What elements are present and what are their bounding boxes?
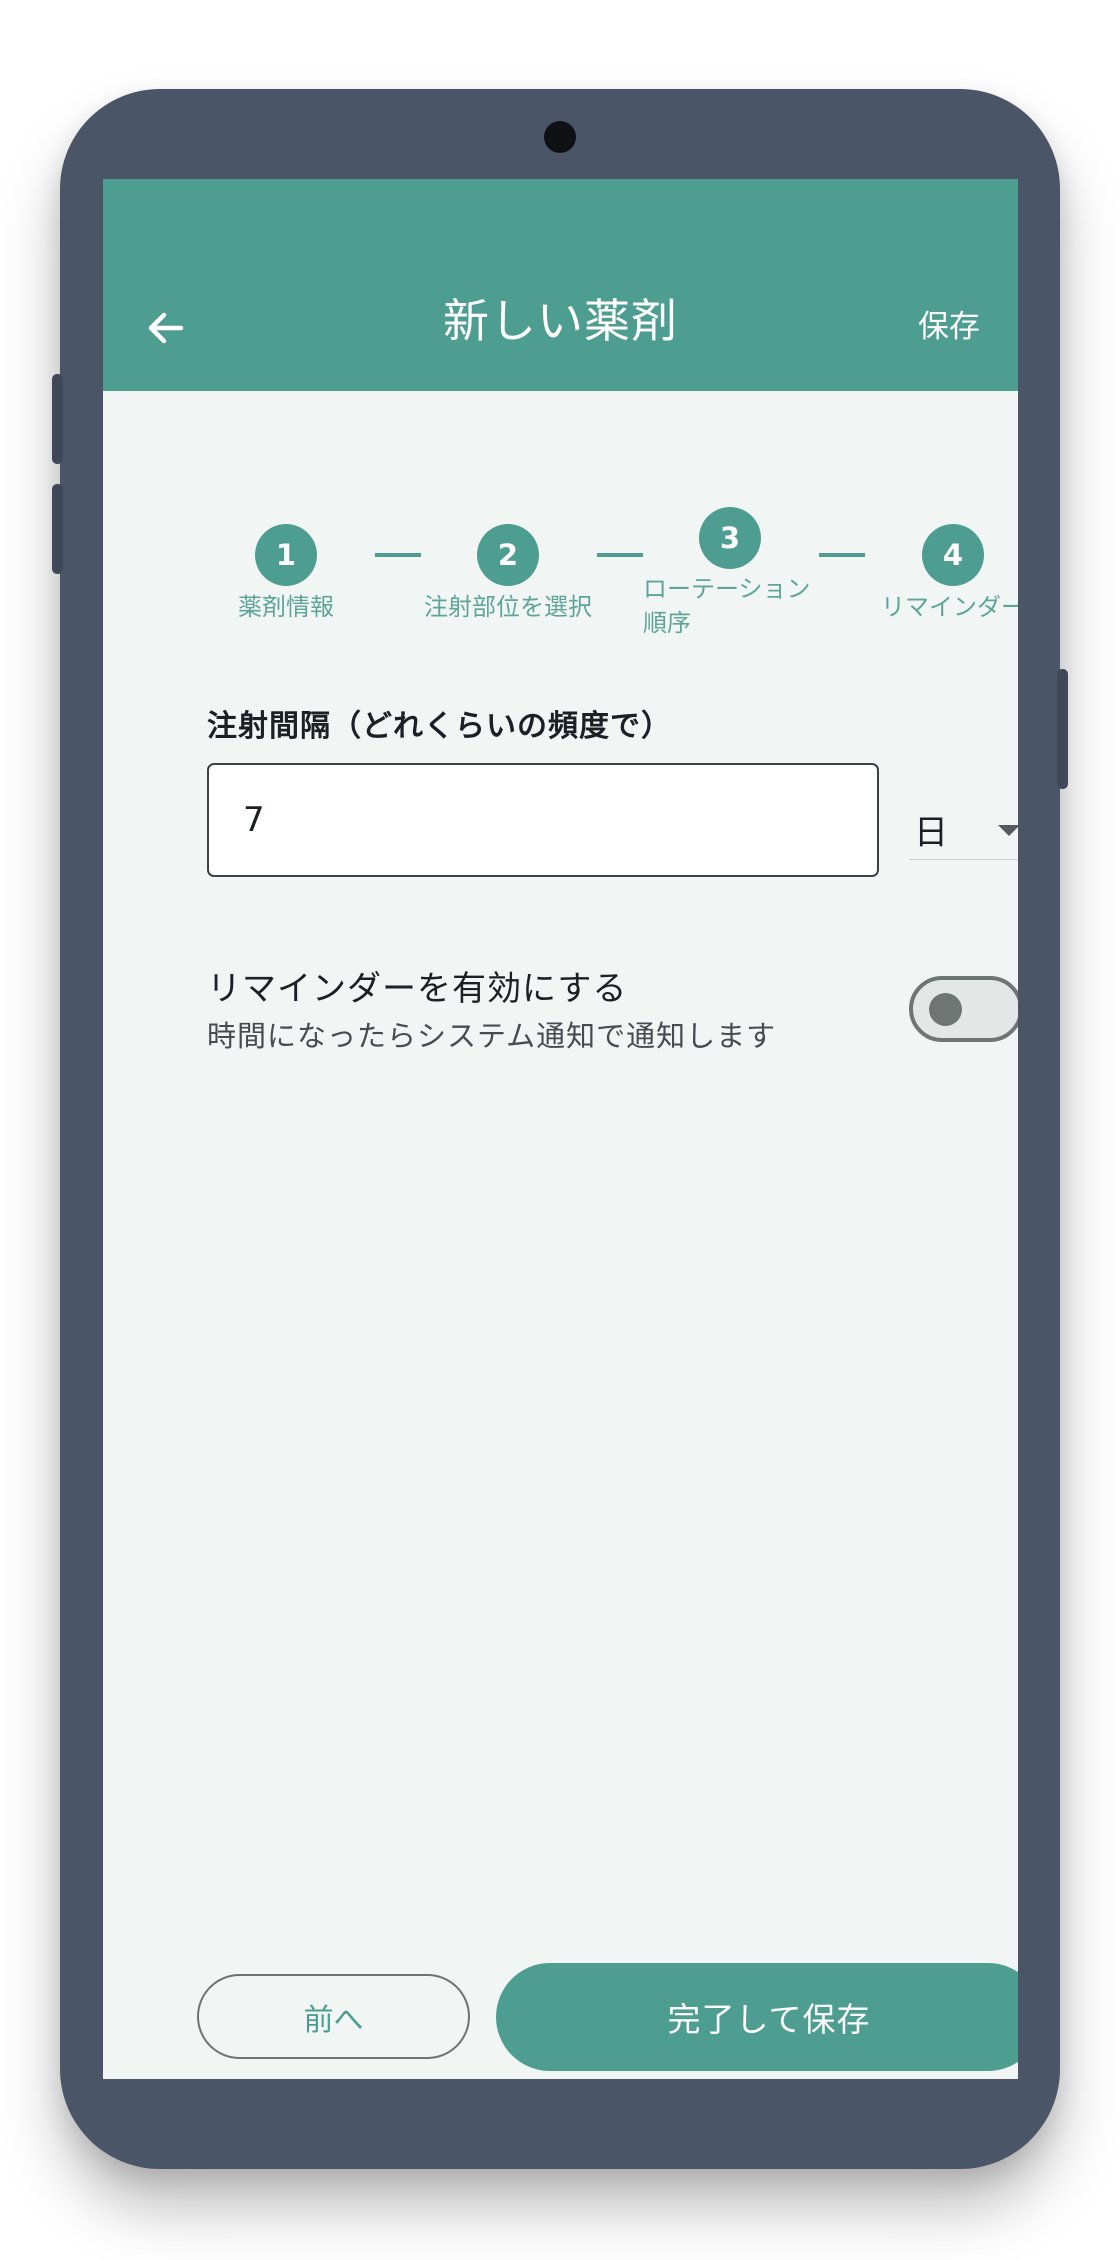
app-bar: 新しい薬剤 保存: [103, 179, 1018, 391]
reminder-title: リマインダーを有効にする: [207, 969, 628, 1009]
finish-save-button[interactable]: 完了して保存: [496, 1963, 1018, 2071]
step-3-circle[interactable]: 3: [699, 507, 761, 569]
volume-down-button: [52, 484, 63, 574]
app-screen: 新しい薬剤 保存 1 2 3 4 薬剤情報 注射部位を選択 ローテーション 順序…: [103, 179, 1018, 2079]
front-camera: [544, 121, 576, 153]
power-button: [1057, 669, 1068, 789]
step-2-label: 注射部位を選択: [424, 593, 592, 621]
step-2-circle[interactable]: 2: [477, 524, 539, 586]
step-4-circle[interactable]: 4: [922, 524, 984, 586]
step-1-circle[interactable]: 1: [255, 524, 317, 586]
interval-input[interactable]: 7: [207, 763, 879, 877]
step-3-label-line1: ローテーション: [643, 575, 811, 603]
step-3-label: ローテーション 順序: [643, 572, 833, 640]
step-1-label: 薬剤情報: [238, 593, 334, 621]
step-connector: [375, 553, 421, 557]
unit-dropdown[interactable]: 日: [909, 799, 1018, 860]
step-connector: [597, 553, 643, 557]
phone-frame: 新しい薬剤 保存 1 2 3 4 薬剤情報 注射部位を選択 ローテーション 順序…: [52, 89, 1068, 2169]
toggle-knob: [929, 993, 962, 1026]
prev-button[interactable]: 前へ: [197, 1974, 470, 2059]
step-connector: [819, 553, 865, 557]
reminder-toggle[interactable]: [909, 976, 1018, 1042]
step-number: 4: [942, 538, 964, 572]
step-3-label-line2: 順序: [643, 609, 691, 637]
volume-up-button: [52, 374, 63, 464]
step-4-label: リマインダー: [881, 593, 1018, 621]
reminder-subtitle: 時間になったらシステム通知で通知します: [207, 1019, 777, 1053]
interval-label: 注射間隔（どれくらいの頻度で）: [207, 709, 672, 744]
interval-value: 7: [243, 800, 265, 840]
step-number: 2: [497, 538, 519, 572]
caret-down-icon: [998, 825, 1018, 836]
page-title: 新しい薬剤: [443, 294, 678, 348]
unit-value: 日: [914, 813, 948, 853]
step-number: 1: [275, 538, 297, 572]
save-button[interactable]: 保存: [918, 307, 980, 347]
step-number: 3: [719, 521, 741, 555]
